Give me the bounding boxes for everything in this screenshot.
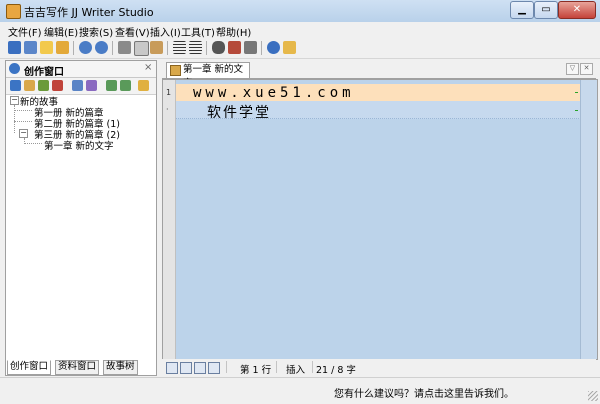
title-bar: 吉吉写作 JJ Writer Studio ▁ ▭ ✕	[0, 0, 600, 23]
outdent-icon[interactable]	[189, 41, 202, 54]
status-char-count: 21 / 8 字	[316, 365, 356, 376]
tree-connector	[14, 110, 32, 111]
footer-bar: 您有什么建议吗？请点击这里告诉我们。	[0, 377, 600, 404]
maximize-button[interactable]: ▭	[534, 1, 558, 19]
line-number: 1	[166, 88, 172, 97]
toolbar-separator	[112, 41, 113, 55]
move-up-icon[interactable]	[106, 80, 117, 91]
toolbar-separator	[206, 41, 207, 55]
tab-creation[interactable]: 创作窗口	[7, 360, 52, 375]
editor-line-2[interactable]: 软件学堂	[207, 102, 271, 122]
move-down-icon[interactable]	[120, 80, 131, 91]
editor-line-1[interactable]: www.xue51.com	[193, 85, 355, 101]
find-icon[interactable]	[212, 41, 225, 54]
minimize-button[interactable]: ▁	[510, 1, 534, 19]
indent-icon[interactable]	[173, 41, 186, 54]
status-separator	[276, 361, 277, 373]
line-end-marker	[575, 92, 578, 93]
creation-panel: 创作窗口 × − 新的故事 第一册 新的篇章 第二册 新的篇章 (1) − 第三…	[5, 60, 157, 376]
panel-close-icon[interactable]: ×	[144, 62, 152, 73]
menu-file[interactable]: 文件(F)	[8, 24, 42, 39]
tree-expander[interactable]: −	[19, 129, 28, 138]
tree-connector	[14, 121, 32, 122]
paste-icon[interactable]	[150, 41, 163, 54]
new-volume-icon[interactable]	[24, 80, 35, 91]
info-icon[interactable]	[283, 41, 296, 54]
panel-header: 创作窗口 ×	[6, 61, 156, 78]
print-icon[interactable]	[244, 41, 257, 54]
tab-close-icon[interactable]: ✕	[580, 63, 593, 75]
delete-icon[interactable]	[52, 80, 63, 91]
document-tab[interactable]: 第一章 新的文字	[166, 62, 250, 89]
toolbar-separator	[73, 41, 74, 55]
cut-icon[interactable]	[118, 41, 131, 54]
line-marker: ·	[166, 105, 169, 114]
tab-materials[interactable]: 资料窗口	[55, 360, 100, 375]
line-gutter: 1 ·	[163, 80, 176, 359]
tree-item-chapter[interactable]: 第一章 新的文字	[44, 138, 114, 152]
tab-list-icon[interactable]: ▽	[566, 63, 579, 75]
menu-view[interactable]: 查看(V)	[115, 24, 150, 39]
view-page-icon[interactable]	[180, 362, 192, 374]
replace-icon[interactable]	[228, 41, 241, 54]
menu-help[interactable]: 帮助(H)	[216, 24, 251, 39]
open-icon[interactable]	[56, 41, 69, 54]
document-tabstrip: 第一章 新的文字 ▽ ✕	[162, 60, 596, 89]
line-end-marker	[575, 110, 578, 111]
menu-bar: 文件(F) 编辑(E) 搜索(S) 查看(V) 插入(I) 工具(T) 帮助(H…	[0, 22, 600, 39]
tree-connector	[24, 143, 42, 144]
view-print-icon[interactable]	[208, 362, 220, 374]
import-icon[interactable]	[86, 80, 97, 91]
tab-story-tree[interactable]: 故事树	[103, 360, 138, 375]
toolbar	[0, 38, 600, 59]
toolbar-separator	[261, 41, 262, 55]
panel-tabs: 创作窗口 资料窗口 故事树	[5, 360, 157, 375]
redo-icon[interactable]	[95, 41, 108, 54]
panel-title: 创作窗口	[24, 67, 64, 78]
resize-grip-icon[interactable]	[588, 391, 598, 401]
status-separator	[312, 361, 313, 373]
menu-insert[interactable]: 插入(I)	[150, 24, 181, 39]
menu-search[interactable]: 搜索(S)	[79, 24, 113, 39]
text-editor[interactable]: 1 · www.xue51.com 软件学堂	[162, 79, 598, 360]
status-bar: 第 1 行 插入 21 / 8 字	[162, 359, 596, 376]
panel-toolbar	[6, 78, 156, 95]
menu-tools[interactable]: 工具(T)	[181, 24, 215, 39]
document-icon	[170, 65, 181, 76]
properties-icon[interactable]	[72, 80, 83, 91]
vertical-scrollbar[interactable]	[580, 80, 597, 359]
close-button[interactable]: ✕	[558, 1, 596, 19]
status-mode: 插入	[286, 365, 306, 376]
help-icon[interactable]	[267, 41, 280, 54]
feedback-link[interactable]: 您有什么建议吗？请点击这里告诉我们。	[334, 385, 514, 400]
save-all-icon[interactable]	[24, 41, 37, 54]
view-normal-icon[interactable]	[166, 362, 178, 374]
panel-icon	[9, 63, 20, 74]
window-title: 吉吉写作 JJ Writer Studio	[24, 6, 154, 19]
toolbar-separator	[167, 41, 168, 55]
undo-icon[interactable]	[79, 41, 92, 54]
tree-expander[interactable]: −	[10, 96, 19, 105]
new-chapter-icon[interactable]	[38, 80, 49, 91]
status-line: 第 1 行	[240, 365, 272, 376]
menu-edit[interactable]: 编辑(E)	[44, 24, 78, 39]
status-separator	[226, 361, 227, 373]
copy-icon[interactable]	[134, 41, 149, 56]
view-save-icon[interactable]	[194, 362, 206, 374]
home-icon[interactable]	[138, 80, 149, 91]
new-icon[interactable]	[40, 41, 53, 54]
app-icon	[6, 4, 21, 19]
new-book-icon[interactable]	[10, 80, 21, 91]
save-icon[interactable]	[8, 41, 21, 54]
